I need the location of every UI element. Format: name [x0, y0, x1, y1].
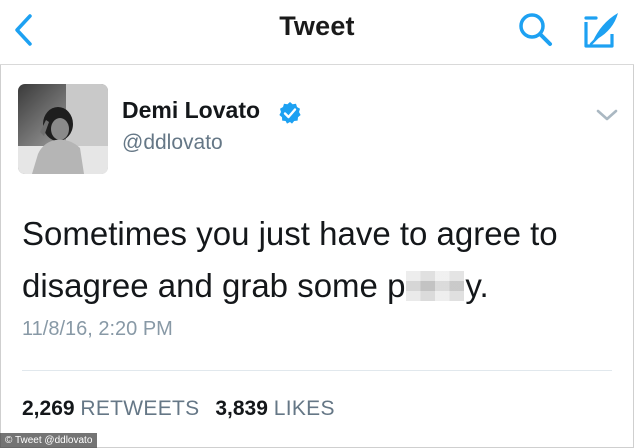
profile-photo-image	[18, 84, 108, 174]
compose-button[interactable]	[578, 8, 622, 52]
likes-stat[interactable]: 3,839 LIKES	[215, 397, 334, 420]
avatar[interactable]	[18, 84, 108, 174]
tweet-timestamp: 11/8/16, 2:20 PM	[22, 318, 173, 340]
likes-label: LIKES	[273, 397, 335, 420]
username-handle[interactable]: @ddlovato	[122, 131, 223, 155]
divider	[22, 370, 612, 371]
display-name[interactable]: Demi Lovato	[122, 97, 260, 124]
verified-badge-icon	[278, 101, 302, 125]
tweet-text-part2: y.	[465, 267, 489, 304]
retweets-count: 2,269	[22, 397, 75, 420]
retweets-stat[interactable]: 2,269 RETWEETS	[22, 397, 199, 420]
likes-count: 3,839	[215, 397, 268, 420]
search-button[interactable]	[515, 10, 557, 50]
navigation-bar: Tweet	[0, 0, 634, 65]
tweet-stats: 2,269 RETWEETS 3,839 LIKES	[22, 397, 345, 421]
more-options-button[interactable]	[594, 104, 620, 126]
tweet-text: Sometimes you just have to agree to disa…	[22, 208, 622, 312]
search-icon	[519, 13, 552, 46]
image-credit-caption: © Tweet @ddlovato	[0, 433, 98, 448]
retweets-label: RETWEETS	[80, 397, 200, 420]
compose-feather-icon	[584, 13, 618, 48]
chevron-down-icon	[596, 109, 618, 121]
censored-blur	[406, 271, 465, 301]
